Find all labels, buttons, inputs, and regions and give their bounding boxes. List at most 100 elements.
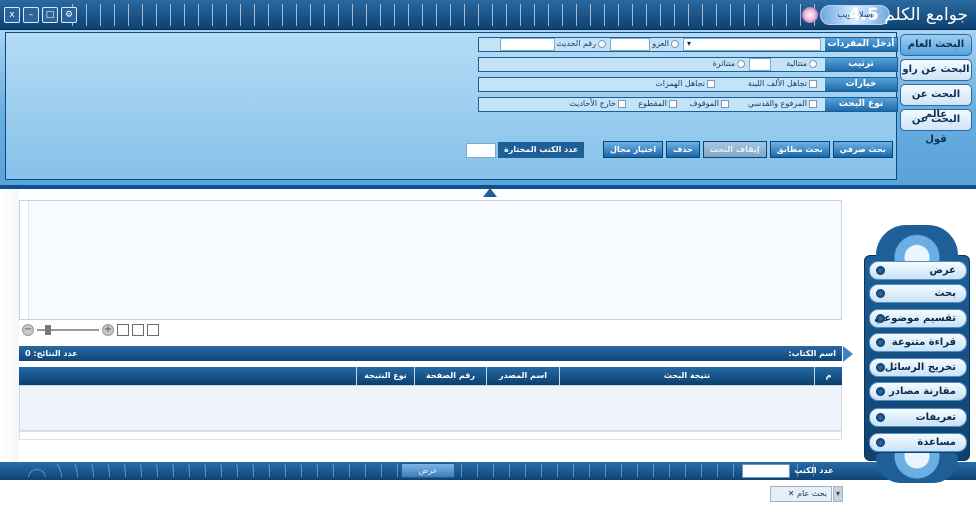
dropdown-arrow-icon[interactable]: ▾ [687, 39, 691, 48]
menu-bullet-icon [876, 266, 885, 275]
tab-general-search[interactable]: البحث العام [900, 34, 972, 56]
minimize-window-button[interactable]: – [23, 7, 39, 23]
marfu-checkbox-icon[interactable] [809, 99, 817, 108]
tab-narrator-search[interactable]: البحث عن راو [900, 59, 972, 81]
text-viewer-scrollbar[interactable] [20, 201, 29, 319]
outside-hadith-checkbox-icon[interactable] [618, 99, 626, 108]
exact-search-button[interactable]: بحث مطابق [769, 141, 830, 158]
search-type-label: نوع البحث [825, 98, 897, 111]
mawquf-checkbox-icon[interactable] [721, 99, 729, 108]
stop-search-button[interactable]: إيقاف البحث [702, 141, 767, 158]
order-label: ترتيب [825, 58, 897, 71]
menu-item-definitions[interactable]: تعريفات [869, 408, 967, 427]
status-tab[interactable]: بحث عام ✕ [770, 486, 832, 502]
delete-button[interactable]: حذف [666, 141, 700, 158]
hadith-number-label: رقم الحديث [556, 39, 596, 48]
results-table-body[interactable] [19, 385, 842, 431]
menu-item-readings[interactable]: قراءة متنوعة [869, 333, 967, 352]
settings-icon[interactable]: ⚙ [61, 7, 77, 23]
menu-item-label: قراءة متنوعة [891, 337, 956, 348]
close-window-button[interactable]: x [4, 7, 20, 23]
menu-bullet-icon [876, 438, 885, 447]
col-empty [19, 367, 356, 385]
mawquf-label: الموقوف [689, 99, 719, 108]
text-viewer[interactable] [19, 200, 842, 320]
attribution-radio-icon[interactable] [671, 39, 679, 48]
zoom-in-icon[interactable]: + [102, 324, 114, 336]
sequential-label: متتالية [786, 59, 807, 68]
results-horizontal-scrollbar[interactable] [19, 431, 842, 440]
menu-item-topical[interactable]: تقسيم موضوعي [869, 309, 967, 328]
order-sequential[interactable]: متتالية [786, 59, 817, 68]
ignore-hamza-option[interactable]: تجاهل الهمزات [655, 79, 715, 88]
side-menu-bottom-ornament [876, 453, 958, 483]
menu-item-compare[interactable]: مقارنة مصادر [869, 382, 967, 401]
search-terms-input[interactable]: ▾ [683, 38, 821, 51]
col-type[interactable]: نوع النتيجة [356, 367, 414, 385]
search-type-row: نوع البحث المرفوع والقدسي الموقوف المقطو… [478, 97, 898, 112]
results-table-header: م نتيجة البحث اسم المصدر رقم الصفحة نوع … [19, 367, 842, 385]
col-source[interactable]: اسم المصدر [486, 367, 559, 385]
selected-books-count [466, 143, 496, 158]
app-version: 4.5 [848, 5, 879, 25]
zoom-out-icon[interactable]: − [22, 324, 34, 336]
app-title: جوامع الكلم 4.5 [849, 5, 968, 25]
menu-bullet-icon [876, 387, 885, 396]
side-menu-top-ornament [876, 225, 958, 261]
close-status-icon[interactable]: ✕ [788, 489, 795, 498]
tab-scholar-search[interactable]: البحث عن عالم [900, 84, 972, 120]
marfu-option[interactable]: المرفوع والقدسي [748, 99, 817, 108]
col-index[interactable]: م [814, 367, 842, 385]
expand-panel-icon[interactable] [843, 346, 853, 362]
menu-bullet-icon [876, 314, 885, 323]
status-tab-label: بحث عام [797, 489, 827, 498]
sequential-radio-icon[interactable] [809, 59, 817, 68]
menu-item-takhrij[interactable]: تخريج الرسائل [869, 358, 967, 377]
view-single-icon[interactable] [117, 324, 129, 336]
terms-label: أدخل المفردات [825, 38, 897, 51]
hadith-number-radio-icon[interactable] [598, 39, 606, 48]
view-double-icon[interactable] [132, 324, 144, 336]
marfu-label: المرفوع والقدسي [747, 99, 807, 108]
collapse-up-icon[interactable] [483, 188, 497, 197]
ignore-hamza-checkbox-icon[interactable] [707, 79, 715, 88]
menu-item-label: بحث [934, 288, 956, 299]
maqtu-checkbox-icon[interactable] [669, 99, 677, 108]
ignore-alef-checkbox-icon[interactable] [809, 79, 817, 88]
outside-hadith-option[interactable]: خارج الأحاديث [569, 99, 626, 108]
menu-item-label: مقارنة مصادر [889, 386, 956, 397]
maqtu-option[interactable]: المقطوع [638, 99, 677, 108]
ignore-alef-option[interactable]: تجاهل الألف اللينة [748, 79, 817, 88]
scattered-label: متناثرة [712, 59, 735, 68]
order-scattered[interactable]: متناثرة [713, 59, 745, 68]
distance-input[interactable] [749, 58, 771, 71]
hadith-number-input[interactable] [500, 38, 555, 51]
choose-scope-button[interactable]: اختيار مجال [603, 141, 664, 158]
zoom-slider-knob[interactable] [45, 325, 51, 335]
show-button[interactable]: عرض [401, 463, 455, 478]
ignore-alef-label: تجاهل الألف اللينة [747, 79, 807, 88]
close-tab-icon[interactable]: ▾ [833, 486, 843, 502]
menu-bullet-icon [876, 413, 885, 422]
zoom-slider[interactable] [37, 325, 99, 335]
maximize-window-button[interactable]: □ [42, 7, 58, 23]
menu-item-help[interactable]: مساعدة [869, 433, 967, 452]
view-page-icon[interactable] [147, 324, 159, 336]
search-type-tabs: البحث العام البحث عن راو البحث عن عالم ا… [900, 34, 972, 145]
mawquf-option[interactable]: الموقوف [689, 99, 729, 108]
books-count-label: عدد الكتب [794, 466, 834, 475]
menu-item-search[interactable]: بحث [869, 284, 967, 303]
attribution-option[interactable]: العزو [652, 39, 679, 48]
hadith-number-option[interactable]: رقم الحديث [556, 39, 606, 48]
col-result[interactable]: نتيجة البحث [559, 367, 814, 385]
menu-item-label: تقسيم موضوعي [874, 313, 956, 324]
morph-search-button[interactable]: بحث صرفي [832, 141, 893, 158]
title-bar: x – □ ⚙ إسلام ويب جوامع الكلم 4.5 [0, 0, 976, 30]
tab-saying-search[interactable]: البحث عن قول [900, 109, 972, 145]
attribution-input[interactable] [610, 38, 650, 51]
col-page[interactable]: رقم الصفحة [414, 367, 486, 385]
scattered-radio-icon[interactable] [737, 59, 745, 68]
action-buttons: بحث صرفي بحث مطابق إيقاف البحث حذف اختيا… [603, 141, 893, 158]
logo-badge-icon [802, 7, 818, 23]
menu-item-view[interactable]: عرض [869, 261, 967, 280]
